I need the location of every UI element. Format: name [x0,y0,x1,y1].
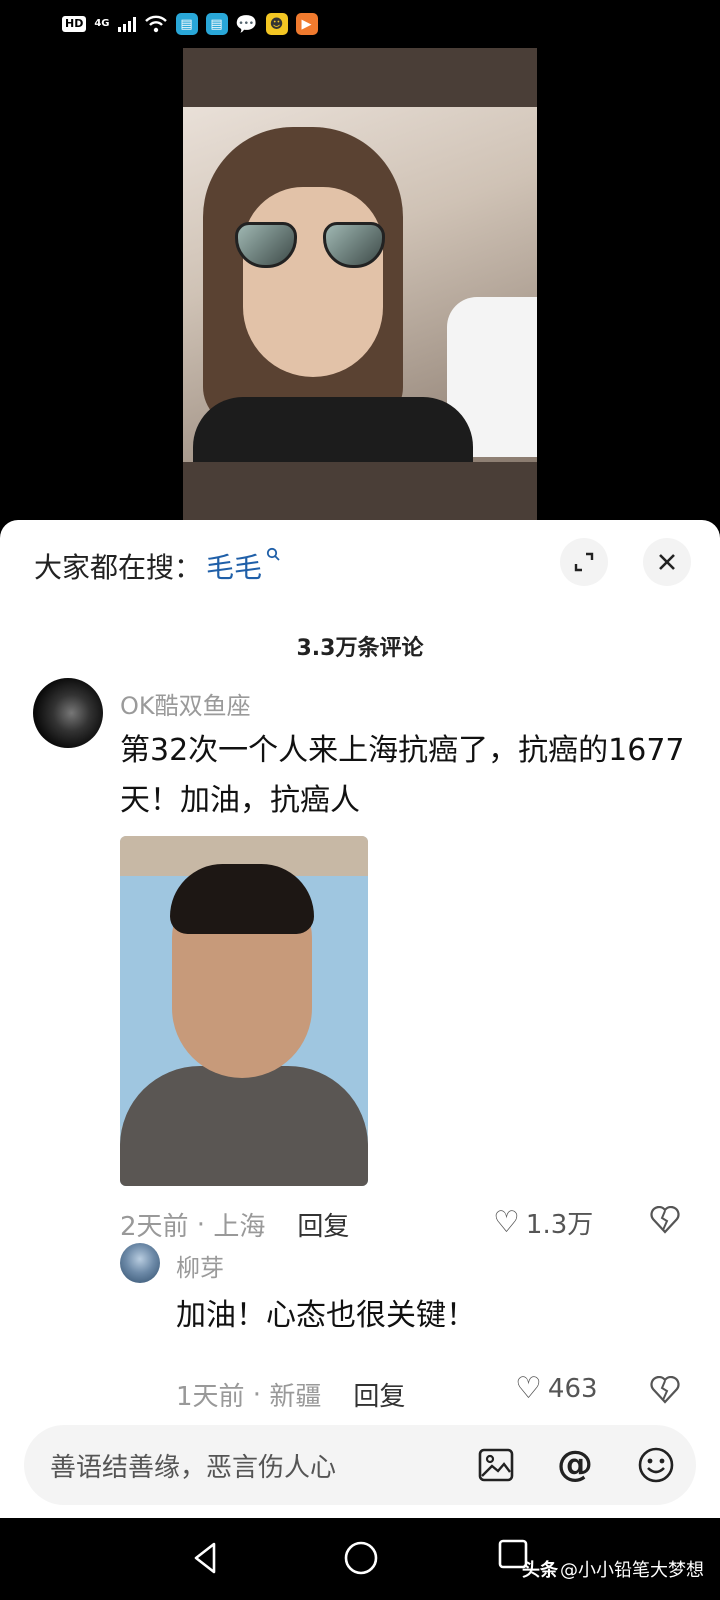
search-suggestion[interactable]: 大家都在搜： 毛毛 [34,546,280,586]
comment-username[interactable]: OK酷双鱼座 [120,686,251,721]
wechat-icon: 💬 [235,13,258,35]
avatar[interactable] [120,1243,160,1283]
network-type: 4G [94,18,110,29]
screen: HD 4G ▤ ▤ 💬 ☻ ▶ 大家都在搜： 毛毛 3.3万条评论 OK酷双鱼座… [0,0,720,1600]
reply-time: 1天前 [176,1382,245,1412]
comment-location: 上海 [213,1212,266,1242]
comment-meta: 2天前 · 上海 回复 [120,1206,349,1243]
close-button[interactable] [643,538,691,586]
book-app-icon: ▤ [175,13,198,35]
qq-game-icon: ☻ [265,13,288,35]
reply-text: 加油！心态也很关键！ [176,1298,476,1333]
comment-count: 3.3万条评论 [296,636,424,661]
heart-icon: ♡ [493,1204,520,1240]
reply-location: 新疆 [269,1382,322,1412]
watermark-brand: 头条 [522,1560,558,1581]
book-app-icon: ▤ [205,13,228,35]
like-button[interactable]: ♡ 463 [515,1371,598,1406]
signal-icon [117,16,136,32]
search-keyword[interactable]: 毛毛 [206,546,262,586]
input-placeholder: 善语结善缘，恶言伤人心 [50,1452,337,1483]
expand-icon [574,552,594,572]
watermark-handle: @小小铅笔大梦想 [560,1560,704,1581]
reply-meta: 1天前 · 新疆 回复 [176,1376,405,1413]
emoji-button[interactable] [636,1445,676,1485]
comment-sheet: 大家都在搜： 毛毛 3.3万条评论 OK酷双鱼座 第32次一个人来上海抗癌了，抗… [0,520,720,1518]
reply-button[interactable]: 回复 [353,1376,405,1413]
close-icon [659,554,675,570]
comment-time: 2天前 [120,1212,189,1242]
expand-button[interactable] [560,538,608,586]
comment-image[interactable] [120,836,368,1186]
wifi-icon [144,15,167,33]
like-button[interactable]: ♡ 1.3万 [493,1204,593,1241]
home-icon[interactable] [343,1540,379,1576]
video-app-icon: ▶ [295,13,318,35]
watermark: 头条 @小小铅笔大梦想 [522,1556,704,1582]
at-icon: @ [557,1444,593,1485]
image-button[interactable] [476,1445,516,1485]
comment-text: 第32次一个人来上海抗癌了，抗癌的1677天！加油，抗癌人 [120,733,685,818]
video-photo[interactable] [183,107,537,462]
like-count: 1.3万 [525,1210,594,1240]
emoji-icon [638,1447,674,1483]
comment-input[interactable]: 善语结善缘，恶言伤人心 [24,1425,696,1505]
dislike-icon[interactable] [650,1376,680,1404]
search-prefix: 大家都在搜： [34,551,203,584]
status-bar: HD 4G ▤ ▤ 💬 ☻ ▶ [0,0,720,48]
reply-username[interactable]: 柳芽 [176,1248,224,1283]
like-count: 463 [547,1374,598,1404]
hd-badge: HD [62,16,87,32]
mention-button[interactable]: @ [555,1445,595,1485]
back-icon[interactable] [190,1540,220,1576]
avatar[interactable] [33,678,103,748]
search-icon [266,547,280,565]
dislike-icon[interactable] [650,1206,680,1234]
reply-button[interactable]: 回复 [297,1206,349,1243]
heart-icon: ♡ [515,1371,542,1406]
image-icon [478,1448,514,1482]
